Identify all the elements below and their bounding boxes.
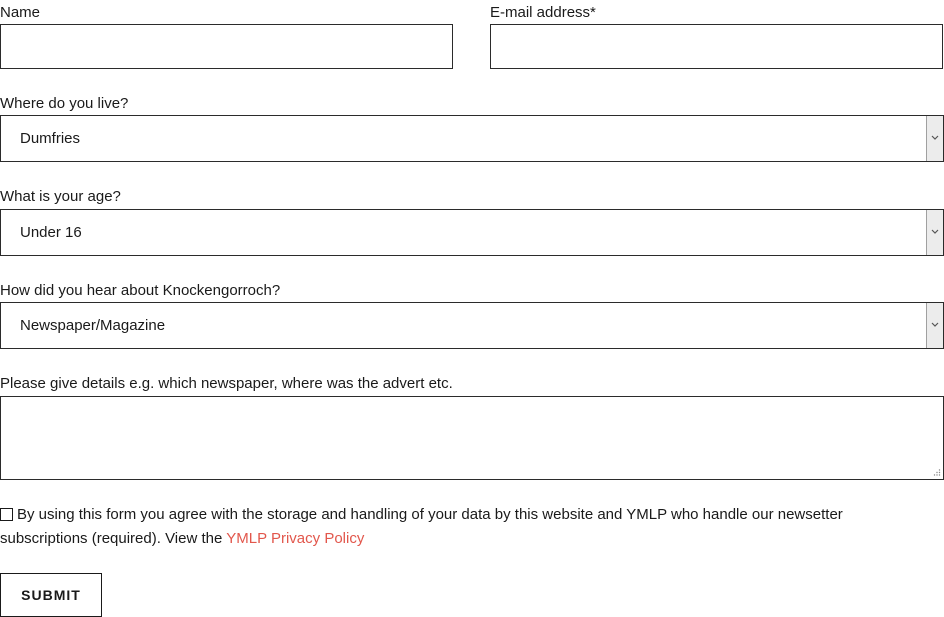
consent-checkbox[interactable] bbox=[0, 508, 13, 521]
age-label: What is your age? bbox=[0, 188, 121, 205]
name-input[interactable] bbox=[0, 24, 453, 69]
resize-grip-icon[interactable] bbox=[931, 467, 941, 477]
email-label: E-mail address* bbox=[490, 4, 596, 21]
age-dropdown-button[interactable] bbox=[926, 210, 943, 255]
source-label: How did you hear about Knockengorroch? bbox=[0, 282, 281, 299]
location-dropdown-button[interactable] bbox=[926, 116, 943, 161]
consent-text-line2: subscriptions (required). View the YMLP … bbox=[0, 530, 364, 548]
details-label: Please give details e.g. which newspaper… bbox=[0, 375, 453, 392]
source-dropdown-button[interactable] bbox=[926, 303, 943, 348]
chevron-down-icon bbox=[931, 322, 939, 327]
source-selected-value: Newspaper/Magazine bbox=[20, 317, 166, 334]
consent-text-line1: By using this form you agree with the st… bbox=[17, 506, 843, 523]
submit-button[interactable]: SUBMIT bbox=[0, 573, 102, 617]
location-label: Where do you live? bbox=[0, 95, 129, 112]
location-selected-value: Dumfries bbox=[20, 130, 81, 147]
chevron-down-icon bbox=[931, 229, 939, 234]
email-input[interactable] bbox=[490, 24, 943, 69]
consent-text-prefix: subscriptions (required). View the bbox=[0, 530, 227, 547]
location-select[interactable]: Dumfries bbox=[0, 115, 944, 162]
source-select[interactable]: Newspaper/Magazine bbox=[0, 302, 944, 349]
age-select[interactable]: Under 16 bbox=[0, 209, 944, 256]
chevron-down-icon bbox=[931, 135, 939, 140]
name-label: Name bbox=[0, 4, 41, 21]
privacy-policy-link[interactable]: YMLP Privacy Policy bbox=[226, 530, 364, 547]
age-selected-value: Under 16 bbox=[20, 224, 82, 241]
details-textarea[interactable] bbox=[0, 396, 944, 480]
